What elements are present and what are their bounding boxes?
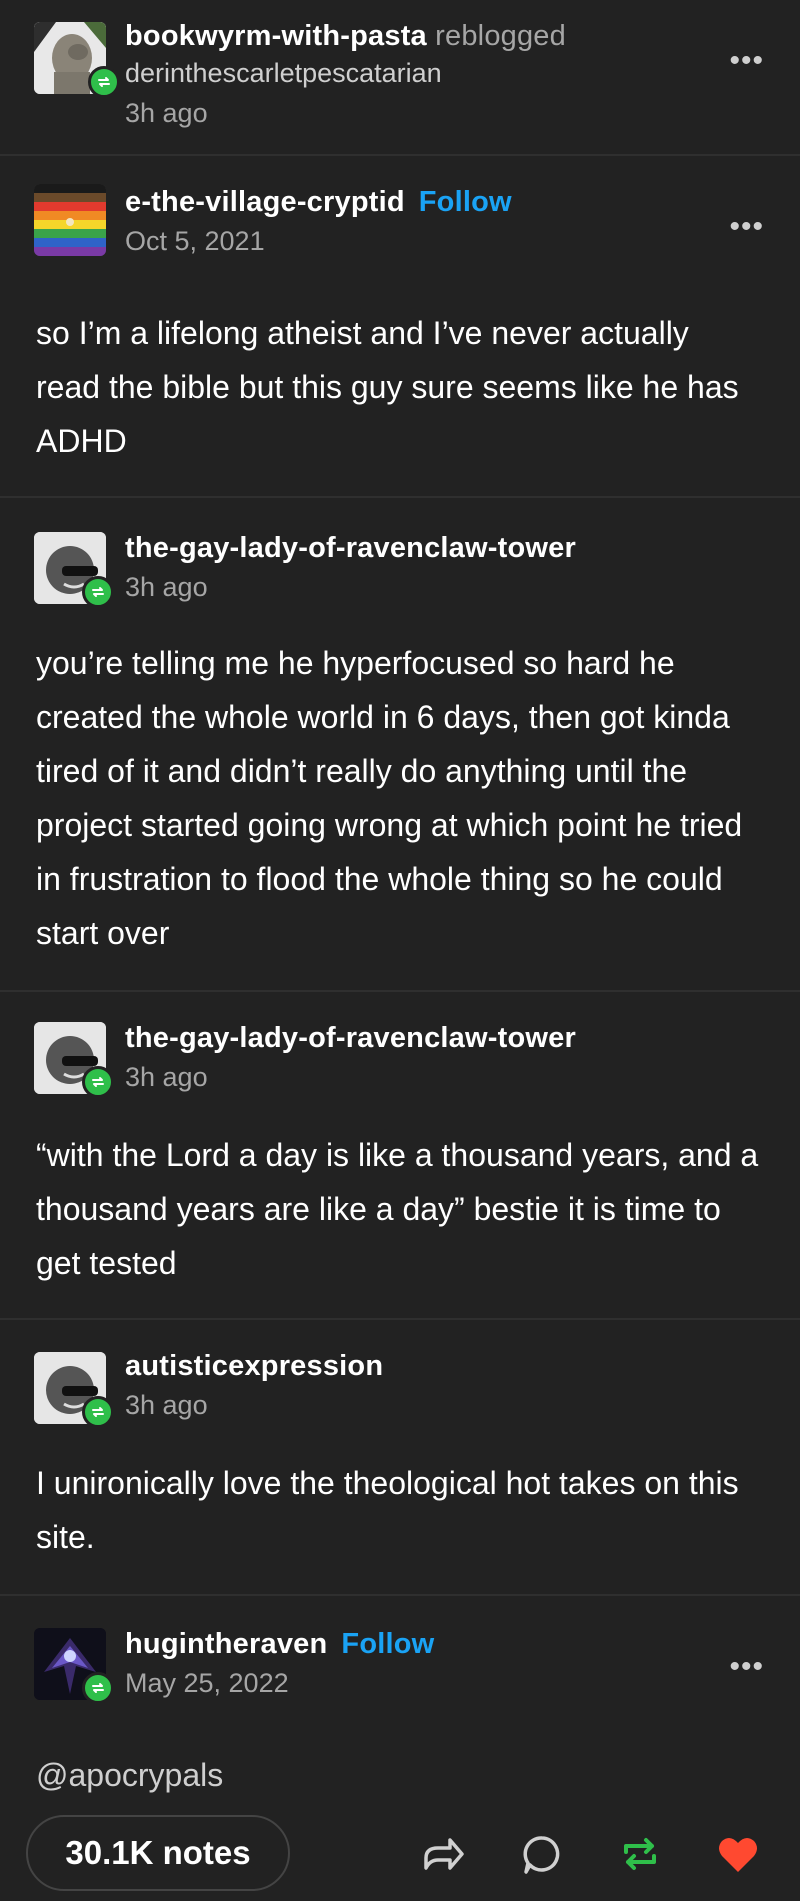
username-link[interactable]: the-gay-lady-of-ravenclaw-tower — [125, 1022, 576, 1055]
username-link[interactable]: autisticexpression — [125, 1350, 383, 1383]
source-username[interactable]: derinthescarletpescatarian — [125, 58, 442, 89]
post-date: May 25, 2022 — [125, 1668, 289, 1698]
post-text: you’re telling me he hyperfocused so har… — [36, 645, 743, 951]
share-icon[interactable] — [420, 1832, 464, 1876]
follow-button[interactable]: Follow — [341, 1628, 434, 1660]
post-time: 3h ago — [125, 1062, 208, 1092]
avatar[interactable] — [34, 184, 106, 256]
post-the-gay-lady-of-ravenclaw-tower-2: the-gay-lady-of-ravenclaw-tower 3h ago “… — [0, 992, 800, 1318]
notes-button[interactable]: 30.1K notes — [26, 1815, 290, 1891]
post-autisticexpression: autisticexpression 3h ago I unironically… — [0, 1320, 800, 1594]
reblogger-username[interactable]: bookwyrm-with-pasta — [125, 20, 427, 52]
reblog-badge-icon — [88, 66, 120, 98]
reblog-badge-icon — [82, 576, 114, 608]
post-username: hugintheraven Follow — [125, 1628, 434, 1661]
reblog-header: bookwyrm-with-pasta reblogged derinthesc… — [0, 0, 800, 154]
like-icon[interactable] — [716, 1832, 760, 1876]
post-time: 3h ago — [125, 1390, 208, 1420]
more-options-button[interactable]: ••• — [729, 46, 764, 76]
post-e-the-village-cryptid: e-the-village-cryptid Follow Oct 5, 2021 … — [0, 156, 800, 496]
username-link[interactable]: e-the-village-cryptid — [125, 186, 405, 218]
post-text: so I’m a lifelong atheist and I’ve never… — [36, 315, 739, 459]
reblog-line: bookwyrm-with-pasta reblogged — [125, 20, 566, 53]
reblog-time: 3h ago — [125, 98, 208, 128]
more-options-button[interactable]: ••• — [729, 1652, 764, 1682]
post-time: 3h ago — [125, 572, 208, 602]
post-the-gay-lady-of-ravenclaw-tower: the-gay-lady-of-ravenclaw-tower 3h ago y… — [0, 498, 800, 990]
reply-icon[interactable] — [520, 1832, 564, 1876]
more-options-button[interactable]: ••• — [729, 212, 764, 242]
reblog-badge-icon — [82, 1396, 114, 1428]
notes-count: 30.1K notes — [65, 1834, 251, 1871]
post-hugintheraven: hugintheraven Follow May 25, 2022 ••• @ap… — [0, 1596, 800, 1796]
reblog-badge-icon — [82, 1066, 114, 1098]
post-date: Oct 5, 2021 — [125, 226, 265, 256]
username-link[interactable]: the-gay-lady-of-ravenclaw-tower — [125, 532, 576, 565]
reblogged-label: reblogged — [435, 20, 566, 52]
follow-button[interactable]: Follow — [419, 186, 512, 218]
mention-text[interactable]: @apocrypals — [36, 1748, 766, 1802]
reblog-badge-icon — [82, 1672, 114, 1704]
reblog-icon[interactable] — [618, 1832, 662, 1876]
post-username: e-the-village-cryptid Follow — [125, 186, 512, 219]
post-text: I unironically love the theological hot … — [36, 1465, 739, 1555]
post-text: “with the Lord a day is like a thousand … — [36, 1137, 759, 1281]
username-link[interactable]: hugintheraven — [125, 1628, 327, 1660]
